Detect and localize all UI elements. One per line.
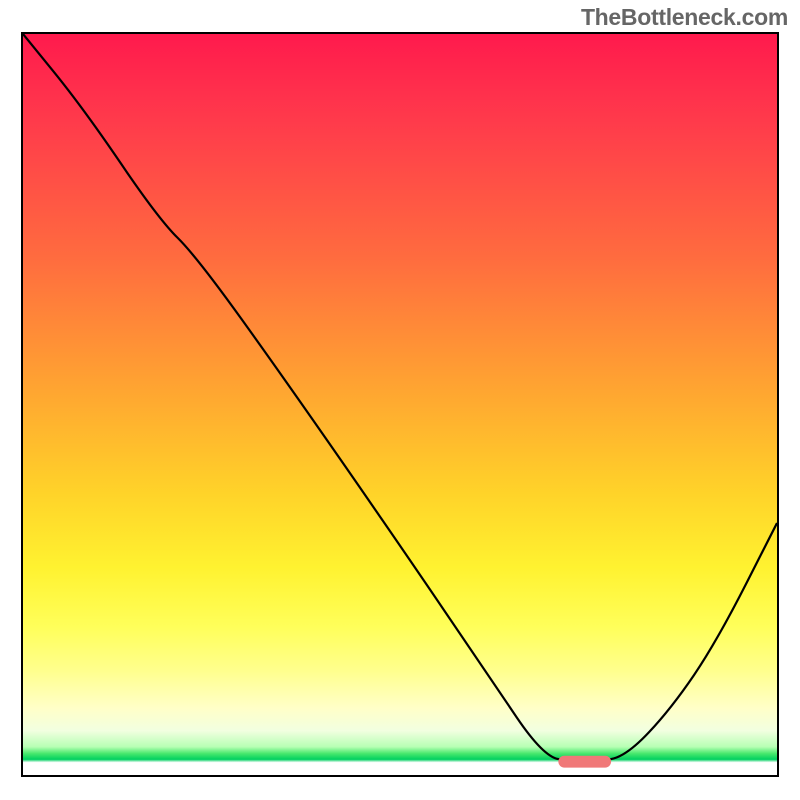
chart-container: TheBottleneck.com (0, 0, 800, 800)
plot-area (21, 32, 779, 777)
chart-overlay (23, 34, 777, 775)
bottleneck-curve (23, 34, 777, 762)
watermark-text: TheBottleneck.com (581, 4, 788, 31)
marker-highlight (558, 756, 611, 768)
